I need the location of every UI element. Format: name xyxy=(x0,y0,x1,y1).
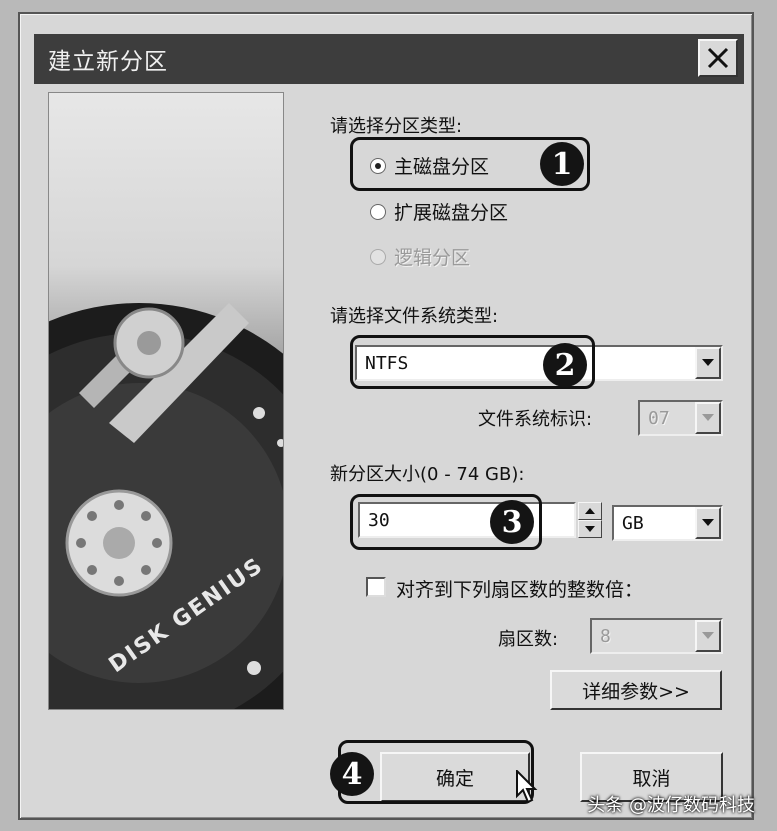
size-unit-value: GB xyxy=(622,512,644,534)
filesystem-id-value: 07 xyxy=(648,407,670,429)
radio-button xyxy=(370,248,386,265)
dropdown-button[interactable] xyxy=(695,347,721,379)
align-label: 对齐到下列扇区数的整数倍： xyxy=(396,579,644,601)
sectors-select: 8 xyxy=(590,618,723,654)
disk-illustration: DISK GENIUS xyxy=(48,92,284,710)
dialog-title: 建立新分区 xyxy=(48,49,168,75)
sectors-value: 8 xyxy=(600,625,611,647)
mouse-cursor-icon xyxy=(516,770,538,804)
size-unit-select[interactable]: GB xyxy=(612,505,723,541)
title-bar: 建立新分区 xyxy=(34,34,744,84)
spin-down-button[interactable] xyxy=(578,520,602,538)
chevron-down-icon xyxy=(585,526,595,532)
size-label: 新分区大小(0 - 74 GB): xyxy=(330,464,525,485)
details-button[interactable]: 详细参数>> xyxy=(550,670,722,710)
spin-up-button[interactable] xyxy=(578,502,602,520)
chevron-down-icon xyxy=(702,359,714,366)
filesystem-id-select: 07 xyxy=(638,400,723,436)
dropdown-button[interactable] xyxy=(695,507,721,539)
step-badge-3: 3 xyxy=(490,500,534,544)
watermark-text: 头条 @波仔数码科技 xyxy=(587,795,755,816)
dropdown-button xyxy=(695,620,721,652)
chevron-up-icon xyxy=(585,508,595,514)
step-badge-4: 4 xyxy=(330,752,374,796)
radio-extended-partition[interactable]: 扩展磁盘分区 xyxy=(370,198,508,225)
step-badge-1: 1 xyxy=(540,142,584,186)
radio-label: 逻辑分区 xyxy=(394,247,471,269)
dropdown-button xyxy=(695,402,721,434)
sectors-label: 扇区数: xyxy=(498,629,559,650)
align-checkbox[interactable] xyxy=(366,577,386,597)
radio-label: 扩展磁盘分区 xyxy=(394,202,509,224)
radio-button[interactable] xyxy=(370,203,386,220)
chevron-down-icon xyxy=(702,632,714,639)
filesystem-label: 请选择文件系统类型: xyxy=(330,306,499,327)
partition-type-label: 请选择分区类型: xyxy=(330,116,463,137)
chevron-down-icon xyxy=(702,519,714,526)
size-spinner[interactable] xyxy=(578,502,602,538)
close-icon xyxy=(707,47,729,69)
close-button[interactable] xyxy=(698,39,738,77)
radio-logical-partition: 逻辑分区 xyxy=(370,243,470,270)
chevron-down-icon xyxy=(702,414,714,421)
filesystem-id-label: 文件系统标识: xyxy=(478,409,593,430)
step-badge-2: 2 xyxy=(543,343,587,387)
